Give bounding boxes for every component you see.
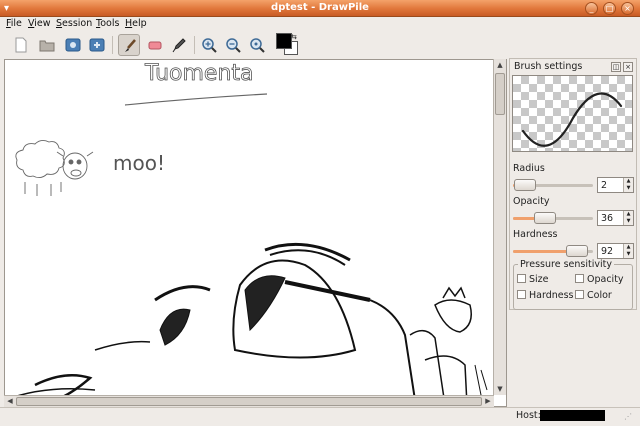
resize-grip-icon[interactable]: ⋰ xyxy=(624,412,632,421)
scroll-left-icon[interactable]: ◀ xyxy=(4,396,16,407)
save-icon xyxy=(65,38,81,52)
zoom-out-icon xyxy=(226,38,241,53)
open-icon xyxy=(39,40,55,52)
radius-label: Radius xyxy=(513,163,545,174)
horizontal-scrollbar[interactable]: ◀ ▶ xyxy=(4,395,494,407)
opacity-spinbox[interactable]: 36 ▲ ▼ xyxy=(597,210,634,226)
menu-help[interactable]: Help xyxy=(125,18,147,29)
eraser-tool-button[interactable] xyxy=(144,34,166,56)
zoom-out-button[interactable] xyxy=(222,34,244,56)
pressure-sensitivity-title: Pressure sensitivity xyxy=(518,259,614,270)
radius-stepper[interactable]: ▲ ▼ xyxy=(623,178,633,192)
host-label: Host: xyxy=(516,410,541,421)
maximize-button[interactable]: □ xyxy=(603,2,616,15)
dock-close-button[interactable]: × xyxy=(623,62,633,72)
title-bar: ▾ dptest - DrawPile _ □ × xyxy=(0,0,640,17)
scroll-right-icon[interactable]: ▶ xyxy=(482,396,494,407)
handwriting-moo: moo! xyxy=(113,151,165,175)
opacity-label: Opacity xyxy=(513,196,550,207)
open-button[interactable] xyxy=(36,34,58,56)
menu-session[interactable]: Session xyxy=(56,18,92,29)
eraser-icon xyxy=(148,41,162,50)
opacity-slider[interactable] xyxy=(513,212,593,224)
radius-spinbox[interactable]: 2 ▲ ▼ xyxy=(597,177,634,193)
zoom-in-icon xyxy=(202,38,217,53)
brush-settings-panel: Brush settings ◫ × Radius 2 ▲ ▼ Opacity 3… xyxy=(509,58,637,310)
brush-stroke-preview xyxy=(521,92,623,147)
radius-value: 2 xyxy=(601,180,608,191)
hardness-label: Hardness xyxy=(513,229,558,240)
pressure-sensitivity-group: Pressure sensitivity Size Opacity Hardne… xyxy=(513,259,633,310)
brush-preview xyxy=(512,75,633,152)
scroll-down-icon[interactable]: ▼ xyxy=(494,383,506,395)
vertical-scrollbar[interactable]: ▲ ▼ xyxy=(493,59,506,395)
save-as-button[interactable] xyxy=(86,34,108,56)
color-picker-icon xyxy=(172,38,186,53)
pressure-size-checkbox[interactable]: Size xyxy=(517,274,549,285)
zoom-original-icon xyxy=(250,38,265,53)
zoom-in-button[interactable] xyxy=(198,34,220,56)
save-as-icon xyxy=(89,38,105,52)
scroll-up-icon[interactable]: ▲ xyxy=(494,59,506,71)
brush-settings-title: Brush settings xyxy=(514,61,583,72)
handwriting-title: Tuomenta xyxy=(144,61,254,86)
brush-icon xyxy=(125,39,136,52)
opacity-stepper[interactable]: ▲ ▼ xyxy=(623,211,633,225)
color-picker-tool-button[interactable] xyxy=(168,34,190,56)
window-title: dptest - DrawPile xyxy=(271,2,369,13)
new-button[interactable] xyxy=(10,34,32,56)
minimize-button[interactable]: _ xyxy=(585,2,598,15)
close-button[interactable]: × xyxy=(621,2,634,15)
host-field xyxy=(540,410,605,421)
drawing-canvas[interactable]: Tuomenta moo! xyxy=(4,59,507,407)
sheep-doodle xyxy=(15,139,94,196)
menu-bar: File View Session Tools Help xyxy=(0,17,640,32)
pressure-color-checkbox[interactable]: Color xyxy=(575,290,612,301)
foreground-color-swatch[interactable] xyxy=(276,33,292,49)
swap-colors-icon[interactable]: ⇆ xyxy=(291,33,297,41)
menu-tools[interactable]: Tools xyxy=(96,18,119,29)
hardness-value: 92 xyxy=(601,246,614,257)
canvas-drawing: Tuomenta moo! xyxy=(5,61,488,406)
hardness-stepper[interactable]: ▲ ▼ xyxy=(623,244,633,258)
radius-slider[interactable] xyxy=(513,179,593,191)
hardness-slider[interactable] xyxy=(513,245,593,257)
menu-file[interactable]: File xyxy=(6,18,22,29)
pressure-opacity-checkbox[interactable]: Opacity xyxy=(575,274,624,285)
sketch-drawing xyxy=(5,242,488,406)
brush-tool-button[interactable] xyxy=(118,34,140,56)
zoom-original-button[interactable] xyxy=(246,34,268,56)
toolbar xyxy=(0,32,640,58)
vertical-scroll-thumb[interactable] xyxy=(495,73,505,115)
dock-float-button[interactable]: ◫ xyxy=(611,62,621,72)
new-icon xyxy=(15,37,27,53)
save-button[interactable] xyxy=(62,34,84,56)
hardness-spinbox[interactable]: 92 ▲ ▼ xyxy=(597,243,634,259)
horizontal-scroll-thumb[interactable] xyxy=(16,397,482,406)
pressure-hardness-checkbox[interactable]: Hardness xyxy=(517,290,574,301)
opacity-value: 36 xyxy=(601,213,614,224)
menu-view[interactable]: View xyxy=(28,18,51,29)
